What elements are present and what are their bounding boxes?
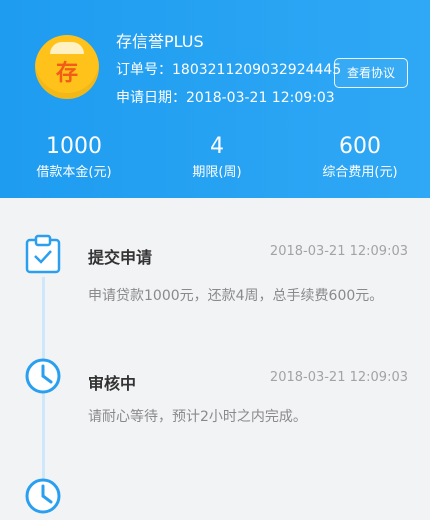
product-logo: 存 xyxy=(35,35,99,99)
clock-icon xyxy=(23,356,63,396)
step-title: 审核中 xyxy=(88,374,137,393)
stat-label: 期限(周) xyxy=(192,165,242,180)
step-time: 2018-03-21 12:09:03 xyxy=(269,370,408,385)
logo-cap xyxy=(50,42,84,54)
apply-date: 申请日期：2018-03-21 12:09:03 xyxy=(116,90,335,106)
stat-value: 4 xyxy=(210,134,224,159)
logo-char: 存 xyxy=(55,61,78,86)
step-time: 2018-03-21 12:09:03 xyxy=(269,244,408,259)
stat-value: 600 xyxy=(339,134,381,159)
step-description: 申请贷款1000元，还款4周，总手续费600元。 xyxy=(88,288,384,304)
view-agreement-button[interactable]: 查看协议 xyxy=(334,58,408,88)
stat-principal: 1000 借款本金(元) xyxy=(4,133,144,183)
step-description: 请耐心等待，预计2小时之内完成。 xyxy=(88,409,307,425)
stat-value: 1000 xyxy=(46,134,102,159)
order-number: 订单号：1803211209032924445 xyxy=(116,62,342,78)
loan-header: 存 存信誉PLUS 订单号：1803211209032924445 申请日期：2… xyxy=(0,0,430,198)
clock-icon xyxy=(23,476,63,516)
stat-term: 4 期限(周) xyxy=(147,133,287,183)
product-name: 存信誉PLUS xyxy=(116,32,204,51)
stat-label: 借款本金(元) xyxy=(36,165,112,180)
clipboard-check-icon xyxy=(23,234,63,274)
stat-fee: 600 综合费用(元) xyxy=(290,133,430,183)
step-title: 提交申请 xyxy=(88,248,153,267)
stat-label: 综合费用(元) xyxy=(322,165,398,180)
